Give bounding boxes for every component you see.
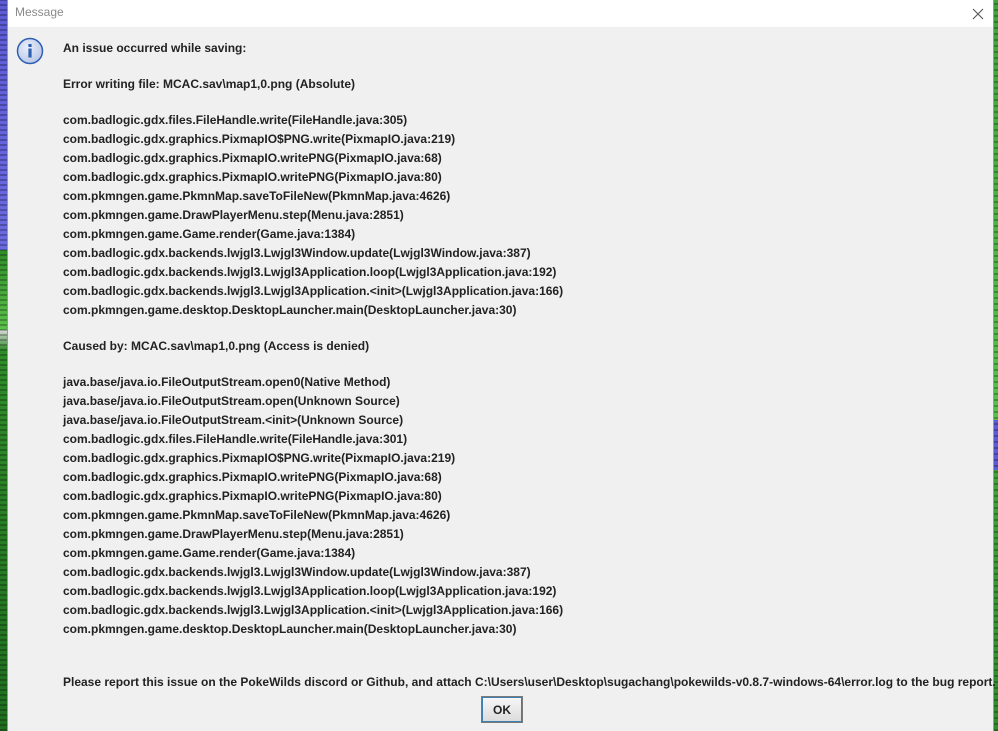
trace-line: com.badlogic.gdx.files.FileHandle.write(… xyxy=(63,432,408,446)
trace-line: com.pkmngen.game.Game.render(Game.java:1… xyxy=(63,227,356,241)
close-button[interactable] xyxy=(963,0,993,27)
trace-line: com.badlogic.gdx.graphics.PixmapIO.write… xyxy=(63,170,442,184)
stack-trace-2: java.base/java.io.FileOutputStream.open0… xyxy=(63,373,987,639)
trace-line: com.pkmngen.game.PkmnMap.saveToFileNew(P… xyxy=(63,189,451,203)
message-heading: An issue occurred while saving: xyxy=(63,41,247,55)
trace-line: com.pkmngen.game.Game.render(Game.java:1… xyxy=(63,546,356,560)
message-body: An issue occurred while saving: Error wr… xyxy=(63,39,996,692)
trace-line: com.badlogic.gdx.graphics.PixmapIO.write… xyxy=(63,470,442,484)
trace-line: com.badlogic.gdx.files.FileHandle.write(… xyxy=(63,113,408,127)
trace-line: com.pkmngen.game.desktop.DesktopLauncher… xyxy=(63,303,517,317)
trace-line: com.badlogic.gdx.graphics.PixmapIO$PNG.w… xyxy=(63,451,456,465)
trace-line: com.pkmngen.game.PkmnMap.saveToFileNew(P… xyxy=(63,508,451,522)
error-line: Error writing file: MCAC.sav\map1,0.png … xyxy=(63,77,356,91)
report-note: Please report this issue on the PokeWild… xyxy=(63,675,996,689)
info-icon xyxy=(16,37,44,65)
trace-line: com.badlogic.gdx.backends.lwjgl3.Lwjgl3A… xyxy=(63,265,557,279)
message-dialog: Message An issue occurred while saving: … xyxy=(7,0,996,731)
trace-line: com.pkmngen.game.DrawPlayerMenu.step(Men… xyxy=(63,208,404,222)
game-background-right xyxy=(994,0,998,731)
trace-line: com.pkmngen.game.desktop.DesktopLauncher… xyxy=(63,622,517,636)
trace-line: com.badlogic.gdx.graphics.PixmapIO$PNG.w… xyxy=(63,132,456,146)
trace-line: com.badlogic.gdx.backends.lwjgl3.Lwjgl3W… xyxy=(63,246,531,260)
trace-line: java.base/java.io.FileOutputStream.open(… xyxy=(63,394,400,408)
trace-line: com.badlogic.gdx.graphics.PixmapIO.write… xyxy=(63,489,442,503)
trace-line: com.badlogic.gdx.graphics.PixmapIO.write… xyxy=(63,151,442,165)
title-bar[interactable]: Message xyxy=(8,0,993,27)
trace-line: com.badlogic.gdx.backends.lwjgl3.Lwjgl3W… xyxy=(63,565,531,579)
caused-by-line: Caused by: MCAC.sav\map1,0.png (Access i… xyxy=(63,339,370,353)
game-background-left xyxy=(0,0,7,731)
ok-button[interactable]: OK xyxy=(481,696,523,723)
trace-line: java.base/java.io.FileOutputStream.<init… xyxy=(63,413,404,427)
trace-line: com.badlogic.gdx.backends.lwjgl3.Lwjgl3A… xyxy=(63,603,564,617)
trace-line: com.badlogic.gdx.backends.lwjgl3.Lwjgl3A… xyxy=(63,284,564,298)
stack-trace-1: com.badlogic.gdx.files.FileHandle.write(… xyxy=(63,111,987,320)
close-icon xyxy=(972,8,984,19)
trace-line: com.badlogic.gdx.backends.lwjgl3.Lwjgl3A… xyxy=(63,584,557,598)
trace-line: com.pkmngen.game.DrawPlayerMenu.step(Men… xyxy=(63,527,404,541)
trace-line: java.base/java.io.FileOutputStream.open0… xyxy=(63,375,391,389)
window-title: Message xyxy=(15,5,64,19)
